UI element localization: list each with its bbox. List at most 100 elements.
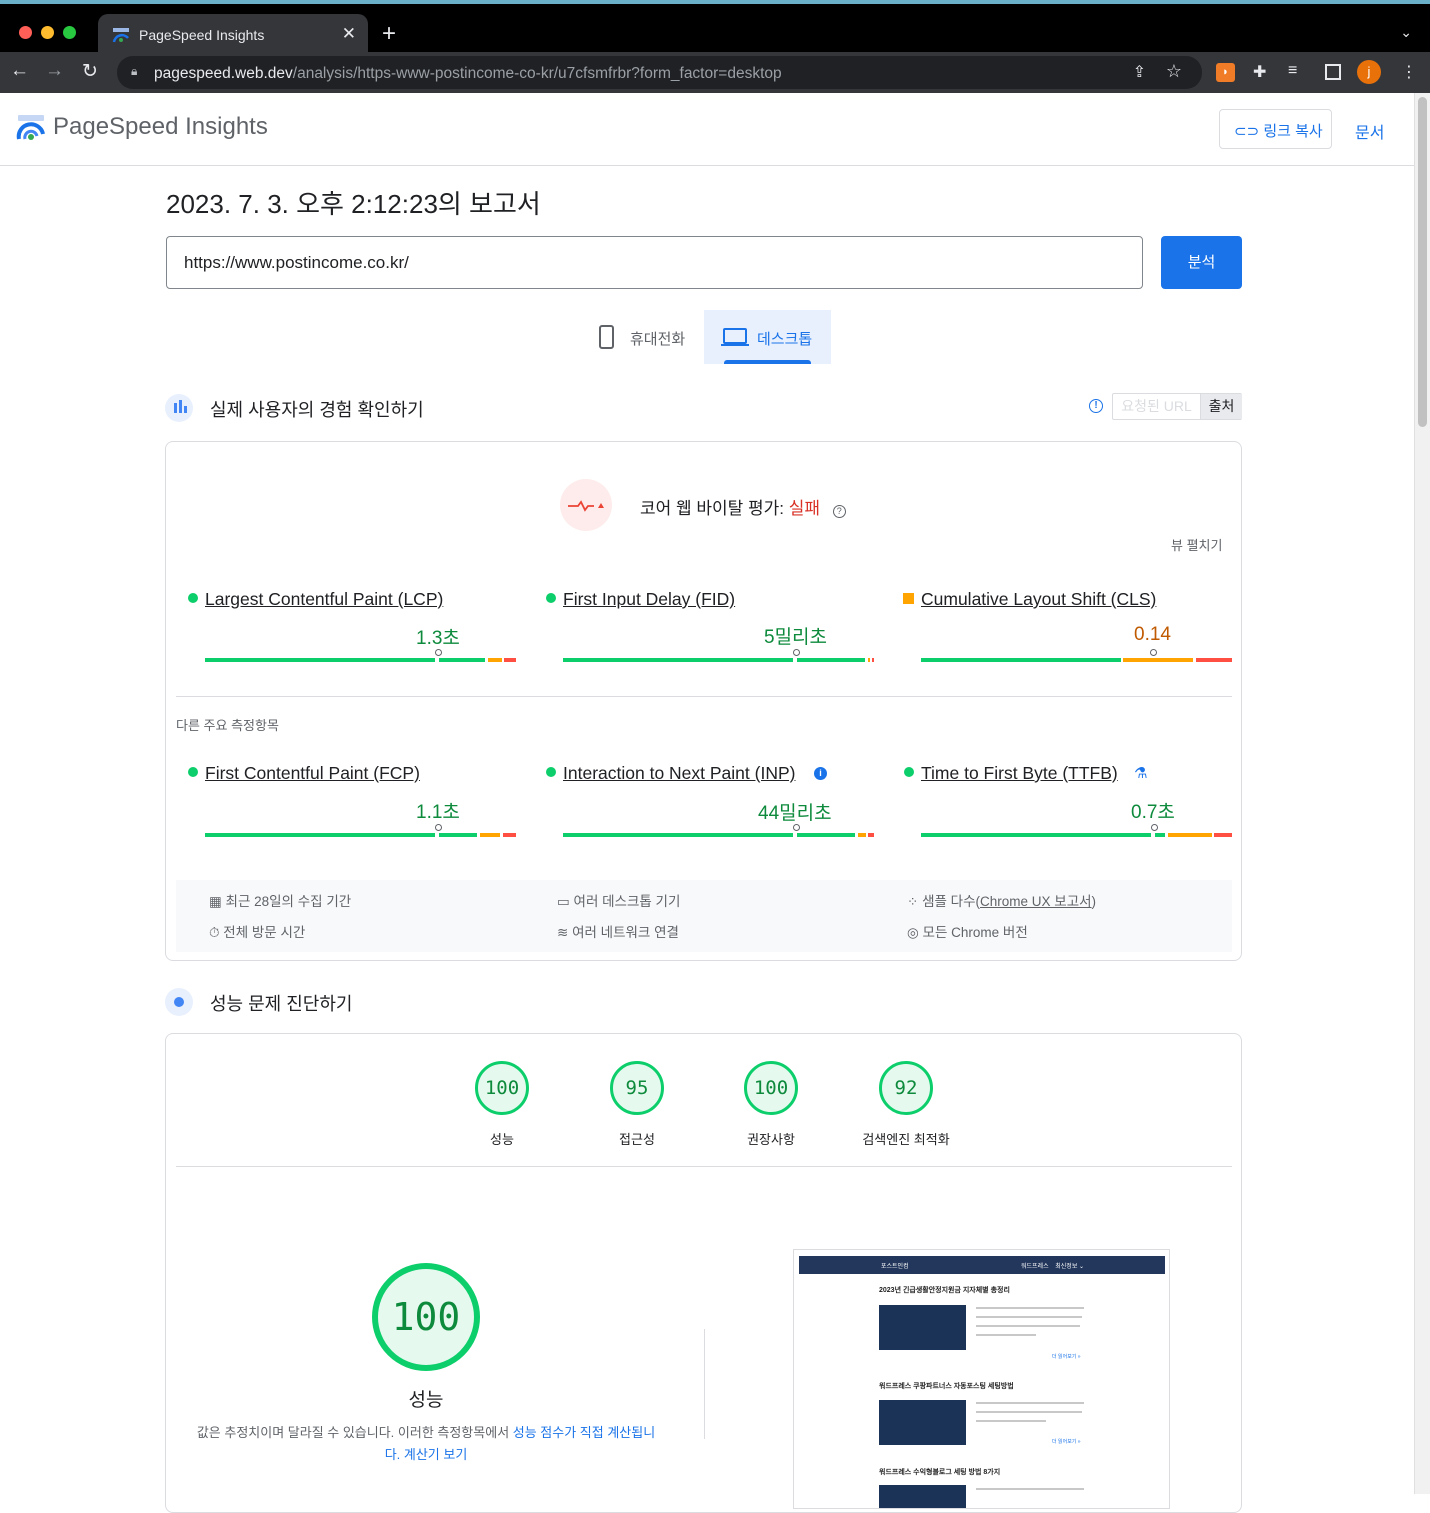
ttfb-marker — [1151, 824, 1158, 831]
browser-tab[interactable]: PageSpeed Insights ✕ — [98, 14, 368, 56]
calendar-icon: ▦ — [209, 894, 222, 909]
url-origin-toggle: 요청된 URL 출처 — [1112, 393, 1242, 420]
other-metrics-label: 다른 주요 측정항목 — [176, 718, 279, 733]
score-note-link[interactable]: 성능 점수가 직접 계산됩니 — [513, 1425, 655, 1440]
forward-arrow-icon[interactable]: → — [45, 60, 64, 82]
cls-avg-bar — [1123, 658, 1193, 662]
fid-good-bar-2 — [797, 658, 865, 662]
screenshot-site-name: 포스트인컴 — [881, 1264, 909, 1270]
url-host: pagespeed.web.dev — [154, 65, 293, 82]
cwv-result: 실패 — [788, 499, 821, 518]
metric-ttfb-name[interactable]: Time to First Byte (TTFB) — [921, 763, 1118, 784]
period-info: ▦ 최근 28일의 수집 기간 — [209, 894, 352, 909]
fid-good-bar — [563, 658, 793, 662]
tab-desktop[interactable]: 데스크톱 — [704, 310, 831, 364]
minimize-window-button[interactable] — [41, 26, 54, 39]
address-bar[interactable]: 🔒︎ pagespeed.web.dev/analysis/https-www-… — [117, 56, 1202, 89]
screenshot-text-line — [976, 1316, 1082, 1318]
visit-info: ⏱ 전체 방문 시간 — [209, 925, 306, 940]
screenshot-text-line — [976, 1402, 1084, 1404]
field-data-icon-bar — [174, 403, 177, 413]
tab-mobile[interactable]: 휴대전화 — [588, 310, 704, 364]
screenshot-post-title: 2023년 긴급생활안정지원금 지자체별 총정리 — [879, 1287, 1010, 1294]
metric-cls-name[interactable]: Cumulative Layout Shift (CLS) — [921, 589, 1156, 610]
collection-info-panel: ▦ 최근 28일의 수집 기간 ▭ 여러 데스크톱 기기 ⁘ 샘플 다수(Chr… — [176, 880, 1232, 952]
metric-fid-name[interactable]: First Input Delay (FID) — [563, 589, 735, 610]
analyze-button[interactable]: 분석 — [1161, 236, 1242, 289]
screenshot-post-title: 워드프레스 수익형블로그 세팅 방법 8가지 — [879, 1469, 1001, 1476]
close-window-button[interactable] — [19, 26, 32, 39]
tab-desktop-label: 데스크톱 — [757, 331, 813, 348]
screenshot-nav: 워드프레스 최신정보 ⌄ — [1021, 1264, 1085, 1270]
screenshot-post-title: 워드프레스 쿠팡파트너스 자동포스팅 세팅방법 — [879, 1383, 1014, 1390]
good-status-dot — [188, 593, 198, 603]
performance-big-label: 성능 — [408, 1390, 444, 1411]
metric-inp-name[interactable]: Interaction to Next Paint (INP) — [563, 763, 795, 784]
timer-icon: ⏱ — [209, 925, 220, 940]
score-gauge-accessibility[interactable]: 95 — [610, 1061, 664, 1115]
score-label-accessibility: 접근성 — [619, 1132, 655, 1147]
page-scrollbar[interactable] — [1414, 93, 1430, 1494]
samples-info: ⁘ 샘플 다수(Chrome UX 보고서) — [907, 894, 1097, 909]
lcp-poor-bar — [504, 658, 516, 662]
page-screenshot: 포스트인컴 워드프레스 최신정보 ⌄ 2023년 긴급생활안정지원금 지자체별 … — [793, 1249, 1170, 1509]
zoom-window-button[interactable] — [63, 26, 76, 39]
chrome-icon: ◎ — [907, 925, 919, 940]
info-icon[interactable]: i — [814, 767, 827, 780]
calculator-link[interactable]: 다. 계산기 보기 — [385, 1447, 468, 1462]
vertical-divider — [704, 1329, 705, 1439]
bookmark-star-icon[interactable]: ☆ — [1166, 61, 1182, 82]
good-status-dot — [546, 593, 556, 603]
metric-fcp-name[interactable]: First Contentful Paint (FCP) — [205, 763, 420, 784]
lcp-marker — [435, 649, 442, 656]
ttfb-avg-bar — [1168, 833, 1212, 837]
seg-origin[interactable]: 출처 — [1200, 394, 1242, 419]
screenshot-post-thumb — [879, 1400, 966, 1445]
devices-info: ▭ 여러 데스크톱 기기 — [557, 894, 681, 909]
screenshot-read-more: 더 읽어보기 » — [1052, 1439, 1081, 1445]
cls-good-bar — [921, 658, 1121, 662]
score-label-best-practices: 권장사항 — [747, 1132, 795, 1147]
network-info: ≋ 여러 네트워크 연결 — [557, 925, 679, 940]
reload-icon[interactable]: ↻ — [82, 60, 98, 83]
score-gauge-performance[interactable]: 100 — [475, 1061, 529, 1115]
pagespeed-logo-icon — [16, 115, 45, 140]
fid-marker — [793, 649, 800, 656]
side-panel-icon[interactable] — [1325, 64, 1341, 80]
back-arrow-icon[interactable]: ← — [10, 60, 29, 82]
reading-list-icon[interactable]: ≡ — [1288, 62, 1297, 80]
metric-lcp-value: 1.3초 — [416, 628, 460, 649]
profile-avatar[interactable]: j — [1357, 60, 1381, 84]
help-icon[interactable]: ? — [832, 505, 846, 518]
lcp-good-bar — [205, 658, 435, 662]
fid-poor-bar — [872, 658, 874, 662]
seg-requested-url[interactable]: 요청된 URL — [1113, 394, 1200, 419]
metric-lcp-name[interactable]: Largest Contentful Paint (LCP) — [205, 589, 443, 610]
fid-avg-bar — [868, 658, 870, 662]
puzzle-extensions-icon[interactable]: ✚ — [1253, 62, 1266, 82]
screenshot-post-thumb — [879, 1305, 966, 1350]
fcp-good-bar-2 — [439, 833, 477, 837]
metric-ttfb-value: 0.7초 — [1131, 802, 1175, 823]
url-input[interactable] — [166, 236, 1143, 289]
close-tab-icon[interactable]: ✕ — [342, 24, 356, 44]
score-gauge-best-practices[interactable]: 100 — [744, 1061, 798, 1115]
screenshot-post-thumb — [879, 1485, 966, 1508]
crux-link[interactable]: Chrome UX 보고서 — [980, 894, 1092, 909]
expand-view-link[interactable]: 뷰 펼치기 — [1171, 535, 1222, 554]
chevron-down-icon[interactable]: ⌄ — [1400, 24, 1412, 41]
docs-link[interactable]: 문서 — [1355, 119, 1384, 143]
rss-extension-icon[interactable]: ◗ — [1216, 63, 1235, 82]
brand-name: PageSpeed Insights — [53, 113, 268, 140]
fcp-avg-bar — [480, 833, 500, 837]
score-label-performance: 성능 — [490, 1132, 514, 1147]
copy-link-button[interactable]: ⊂⊃ 링크 복사 — [1219, 109, 1332, 149]
more-menu-icon[interactable]: ⋮ — [1401, 62, 1417, 82]
share-icon[interactable]: ⇪ — [1133, 62, 1146, 82]
scrollbar-thumb[interactable] — [1418, 97, 1427, 427]
average-status-square — [903, 593, 914, 604]
score-gauge-seo[interactable]: 92 — [879, 1061, 933, 1115]
info-icon[interactable]: ! — [1089, 399, 1103, 413]
new-tab-icon[interactable]: + — [382, 20, 396, 48]
inp-marker — [793, 824, 800, 831]
